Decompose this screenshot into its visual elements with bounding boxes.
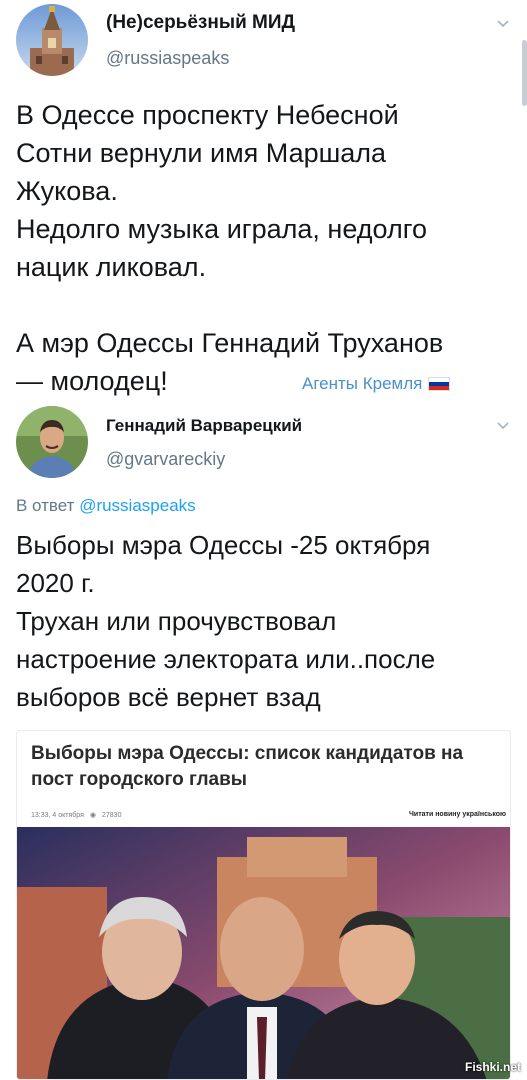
author-handle[interactable]: @gvarvareckiy [106, 449, 225, 470]
card-views: 27830 [102, 811, 122, 819]
avatar[interactable] [16, 4, 88, 76]
tweet-text: В Одессе проспекту Небесной Сотни вернул… [16, 100, 444, 396]
card-meta: 13:33, 4 октября ◉ 27830 [31, 811, 122, 820]
card-title[interactable]: Выборы мэра Одессы: список кандидатов на… [31, 741, 501, 793]
signature-label: Агенты Кремля [302, 374, 423, 393]
chevron-down-icon[interactable] [495, 418, 511, 434]
watermark: Fishki.net [464, 1060, 521, 1074]
link-card[interactable]: Выборы мэра Одессы: список кандидатов на… [16, 730, 511, 1080]
three-politicians-photo [17, 827, 510, 1079]
eye-icon: ◉ [89, 812, 96, 819]
reply-context: В ответ @russiaspeaks [16, 496, 196, 516]
tweet-text: Выборы мэра Одессы -25 октября 2020 г. Т… [16, 530, 436, 712]
read-ukrainian-link[interactable]: Читати новину українською [409, 811, 506, 818]
scrollbar[interactable] [522, 40, 527, 106]
signature: Агенты Кремля [302, 374, 451, 394]
avatar[interactable] [16, 406, 88, 478]
author-handle[interactable]: @russiaspeaks [106, 48, 229, 69]
russian-flag-icon [428, 377, 451, 391]
card-time: 13:33, 4 октября [31, 811, 84, 819]
author-name[interactable]: (Не)серьёзный МИД [106, 12, 295, 34]
tweet-1: (Не)серьёзный МИД @russiaspeaks В Одессе… [0, 0, 527, 400]
author-name[interactable]: Геннадий Варварецкий [106, 416, 302, 436]
tweet-2: Геннадий Варварецкий @gvarvareckiy В отв… [0, 400, 527, 1080]
reply-handle-link[interactable]: @russiaspeaks [79, 496, 195, 515]
kremlin-tower-icon [16, 4, 88, 76]
person-photo-avatar [16, 406, 88, 478]
chevron-down-icon[interactable] [495, 16, 511, 32]
reply-prefix: В ответ [16, 496, 75, 515]
